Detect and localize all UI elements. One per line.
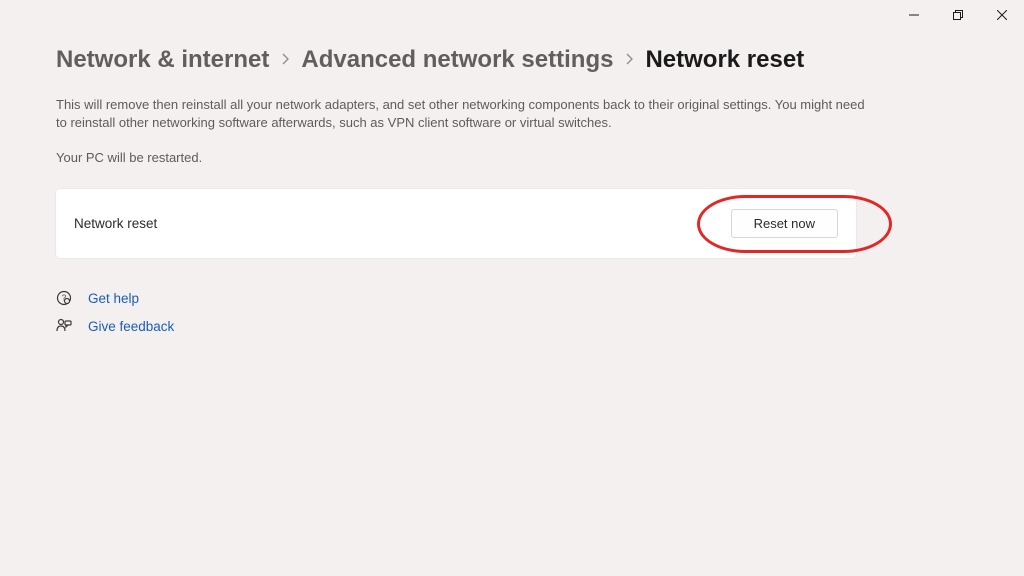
network-reset-card: Network reset Reset now [56, 189, 856, 258]
minimize-button[interactable] [892, 0, 936, 30]
give-feedback-row: Give feedback [56, 318, 968, 334]
page-description: This will remove then reinstall all your… [56, 96, 876, 132]
chevron-right-icon [625, 52, 633, 68]
breadcrumb-current: Network reset [645, 46, 804, 74]
feedback-icon [56, 318, 72, 334]
breadcrumb-network-internet[interactable]: Network & internet [56, 46, 269, 74]
window-controls [892, 0, 1024, 30]
svg-text:?: ? [62, 294, 67, 303]
reset-now-button[interactable]: Reset now [731, 209, 838, 238]
get-help-link[interactable]: Get help [88, 291, 139, 306]
help-links: ? Get help Give feedback [56, 290, 968, 334]
settings-page: Network & internet Advanced network sett… [0, 0, 1024, 334]
chevron-right-icon [281, 52, 289, 68]
give-feedback-link[interactable]: Give feedback [88, 319, 174, 334]
maximize-button[interactable] [936, 0, 980, 30]
close-button[interactable] [980, 0, 1024, 30]
restart-note: Your PC will be restarted. [56, 150, 968, 165]
breadcrumb: Network & internet Advanced network sett… [56, 46, 968, 74]
breadcrumb-advanced-settings[interactable]: Advanced network settings [301, 46, 613, 74]
get-help-row: ? Get help [56, 290, 968, 306]
card-label: Network reset [74, 216, 157, 231]
help-icon: ? [56, 290, 72, 306]
